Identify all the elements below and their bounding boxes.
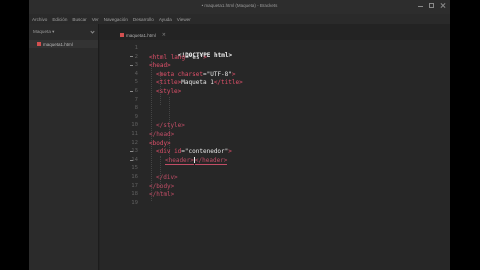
menu-viewer[interactable]: Viewer: [177, 17, 191, 22]
file-tree-item[interactable]: maqueta1.html: [29, 40, 98, 48]
code-line-4: <meta charset="UTF-8">: [156, 71, 236, 78]
line-number: 14: [131, 156, 138, 163]
line-number: 9: [134, 113, 138, 120]
line-number: 5: [134, 79, 138, 86]
string-token: "es": [188, 53, 204, 61]
line-number: 16: [131, 174, 138, 180]
sidebar: Maqueta ▾ maqueta1.html: [29, 24, 99, 270]
close-tab-icon[interactable]: ×: [162, 32, 166, 38]
fold-marker-icon[interactable]: [130, 65, 133, 66]
line-number: 3: [134, 62, 138, 69]
tag-token: >: [203, 53, 207, 61]
string-token: "contenedor": [184, 148, 229, 156]
html-file-icon: [120, 33, 124, 37]
minimize-icon[interactable]: [418, 3, 423, 7]
code-line-1: <!DOCTYPE html>: [149, 45, 232, 59]
right-letterbox: [450, 0, 480, 270]
menu-desarrollo[interactable]: Desarrollo: [133, 17, 154, 22]
tag-token: </head>: [149, 131, 175, 138]
tag-token: </header>: [194, 156, 228, 165]
text-token: Maqueta 1: [181, 79, 214, 87]
tag-token: <title>: [156, 79, 182, 87]
code-line-17: </body>: [149, 183, 174, 190]
tag-token: >: [231, 70, 236, 78]
tag-token: <header>: [165, 156, 194, 165]
tag-token: <div: [156, 148, 175, 156]
line-number: 18: [131, 191, 138, 198]
line-number: 17: [131, 182, 138, 189]
window-title: • maqueta1.html (Maqueta) - Brackets: [201, 3, 278, 8]
title-bar: • maqueta1.html (Maqueta) - Brackets: [29, 0, 450, 14]
code-line-5: <title>Maqueta 1</title>: [156, 79, 243, 86]
tag-token: >: [228, 148, 232, 156]
code-line-6: <style>: [156, 88, 181, 95]
line-number: 13: [131, 148, 138, 155]
chevron-down-icon[interactable]: [90, 29, 95, 34]
line-number: 2: [134, 53, 138, 60]
tag-token: <style>: [156, 88, 182, 95]
html-file-icon: [37, 42, 41, 46]
file-name: maqueta1.html: [43, 41, 73, 47]
code-line-3: <head>: [149, 62, 171, 69]
code-editor[interactable]: maqueta1.html × 1 2 3 4 5 6 7 8 9 10 11 …: [100, 24, 450, 270]
tag-token: <html: [149, 53, 171, 61]
code-line-12: <body>: [149, 140, 171, 147]
code-line-11: </head>: [149, 131, 174, 138]
code-line-2: <html lang="es">: [149, 54, 207, 61]
line-number: 15: [131, 165, 138, 172]
code-line-16: </div>: [156, 174, 178, 181]
left-letterbox: [0, 0, 29, 270]
project-dropdown[interactable]: Maqueta ▾: [29, 24, 98, 40]
menu-edicion[interactable]: Edición: [52, 17, 67, 22]
fold-marker-icon[interactable]: [130, 91, 133, 92]
tag-token: <body>: [149, 139, 171, 147]
project-name: Maqueta ▾: [33, 29, 55, 34]
maximize-icon[interactable]: [429, 3, 434, 8]
menu-navegacion[interactable]: Navegación: [104, 17, 128, 22]
tab-label: maqueta1.html: [126, 32, 156, 38]
string-token: "UTF-8": [206, 70, 232, 78]
window-controls: [418, 3, 445, 8]
brackets-window: • maqueta1.html (Maqueta) - Brackets Arc…: [29, 0, 450, 270]
menu-ver[interactable]: Ver: [92, 17, 99, 22]
fold-marker-icon[interactable]: [130, 160, 133, 161]
line-number: 19: [131, 199, 138, 206]
attr-token: charset: [177, 70, 203, 78]
close-icon[interactable]: [440, 3, 445, 8]
tag-token: </style>: [156, 122, 185, 130]
tag-token: </div>: [156, 174, 178, 181]
fold-marker-icon[interactable]: [130, 56, 133, 57]
line-number: 10: [131, 122, 138, 129]
tag-token: <head>: [149, 62, 171, 70]
line-number: 12: [131, 139, 138, 146]
tag-token: </body>: [149, 182, 175, 190]
tag-token: <meta: [156, 70, 178, 78]
menu-archivo[interactable]: Archivo: [32, 17, 47, 22]
tab-maqueta1[interactable]: maqueta1.html ×: [120, 31, 166, 39]
tag-token: </html>: [149, 191, 175, 199]
code-line-13: <div id="contenedor">: [156, 148, 232, 155]
line-number: 1: [134, 45, 138, 51]
code-line-14: <header></header>: [165, 156, 228, 165]
tag-token: </title>: [213, 79, 243, 87]
line-number: 11: [131, 131, 138, 137]
line-number: 7: [134, 96, 138, 103]
code-line-18: </html>: [149, 191, 174, 198]
code-line-10: </style>: [156, 122, 185, 129]
line-number: 4: [134, 70, 138, 77]
menu-buscar[interactable]: Buscar: [72, 17, 86, 22]
fold-marker-icon[interactable]: [130, 151, 133, 152]
line-number: 8: [134, 105, 138, 112]
menu-bar: Archivo Edición Buscar Ver Navegación De…: [29, 14, 450, 24]
line-number: 6: [134, 88, 138, 94]
attr-token: lang: [170, 53, 186, 61]
menu-ayuda[interactable]: Ayuda: [159, 17, 172, 22]
tab-bar: maqueta1.html ×: [100, 24, 450, 40]
